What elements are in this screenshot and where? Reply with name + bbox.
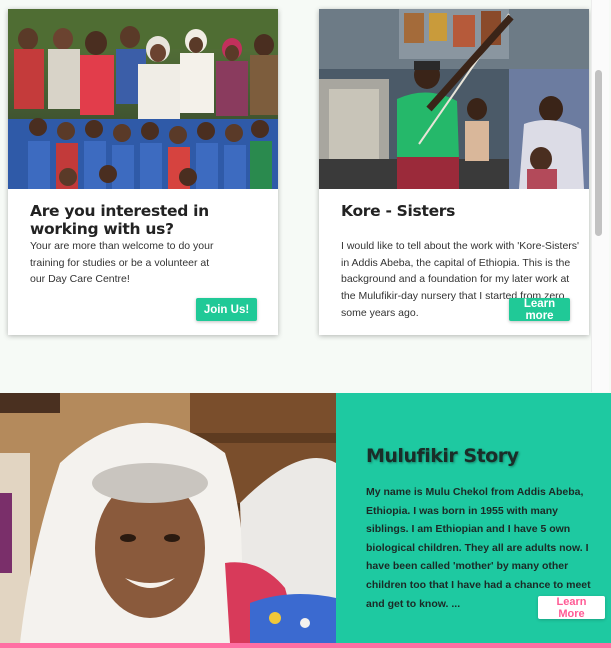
kore-sisters-photo-image: [319, 9, 589, 189]
pink-divider: [0, 643, 611, 648]
group-photo: [8, 9, 278, 189]
volunteer-card: Are you interested in working with us? Y…: [8, 9, 278, 335]
story-photo-image: [0, 393, 336, 643]
card-title: Are you interested in working with us?: [30, 202, 209, 238]
scrollbar-thumb[interactable]: [595, 70, 602, 236]
kore-sisters-photo: [319, 9, 589, 189]
story-text: My name is Mulu Chekol from Addis Abeba,…: [366, 486, 591, 610]
join-us-button[interactable]: Join Us!: [196, 298, 257, 321]
story-learn-more-button[interactable]: Learn More: [538, 596, 605, 620]
group-photo-image: [8, 9, 278, 189]
story-panel: Mulufikir Story My name is Mulu Chekol f…: [336, 393, 611, 643]
card-title: Kore - Sisters: [341, 202, 456, 220]
learn-more-button[interactable]: Learn more: [509, 298, 570, 322]
kore-sisters-card: Kore - Sisters I would like to tell abou…: [319, 9, 589, 335]
mulufikir-story-section: Mulufikir Story My name is Mulu Chekol f…: [0, 393, 611, 648]
story-title: Mulufikir Story: [366, 445, 519, 467]
story-photo: [0, 393, 336, 643]
card-text: Your are more than welcome to do your tr…: [30, 240, 214, 286]
